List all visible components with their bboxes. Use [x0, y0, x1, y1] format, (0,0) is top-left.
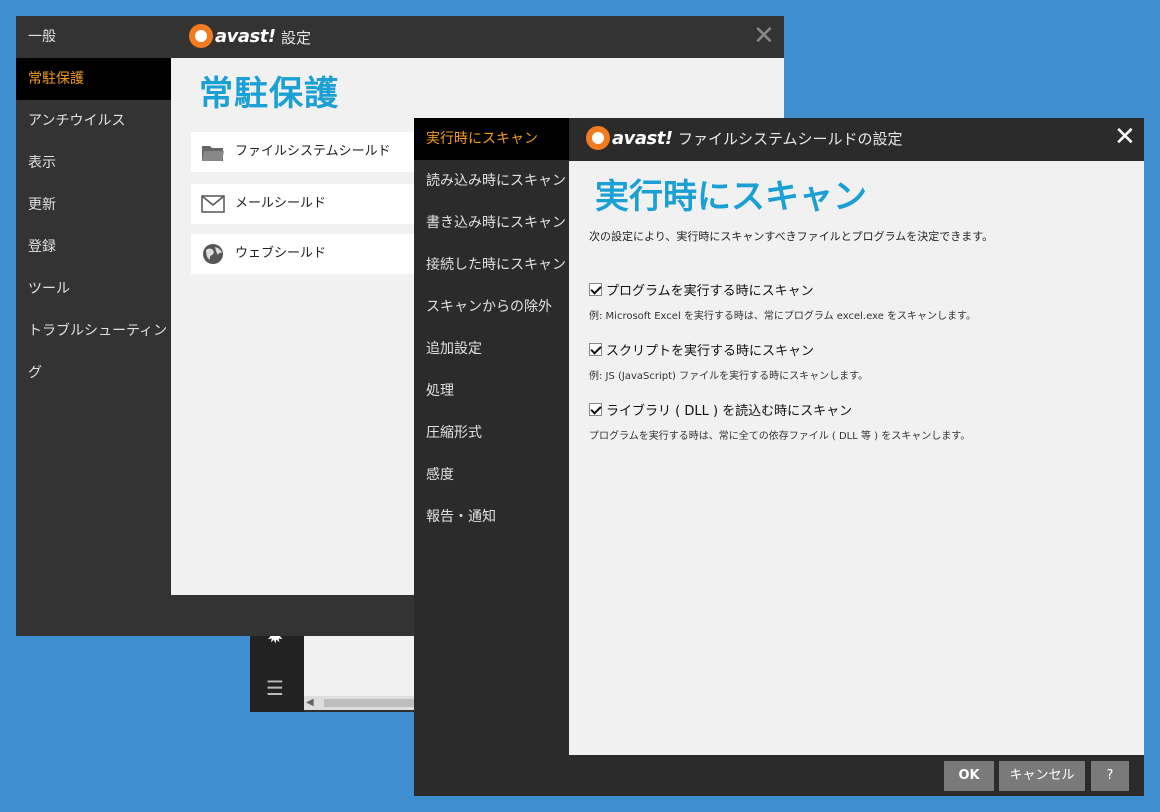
dialog-nav-advanced[interactable]: 追加設定 — [414, 328, 569, 370]
dialog-title: ファイルシステムシールドの設定 — [678, 130, 903, 148]
dialog-nav-exclusions[interactable]: スキャンからの除外 — [414, 286, 569, 328]
settings-nav-update[interactable]: 更新 — [16, 184, 171, 226]
page-title: 常駐保護 — [199, 74, 339, 114]
option-note: 例: JS (JavaScript) ファイルを実行する時にスキャンします。 — [589, 371, 869, 382]
description-text: 次の設定により、実行時にスキャンすべきファイルとプログラムを決定できます。 — [589, 230, 994, 243]
dialog-footer: OK キャンセル ? — [569, 755, 1144, 796]
option-scan-programs: プログラムを実行する時にスキャン 例: Microsoft Excel を実行す… — [589, 280, 976, 322]
dialog-nav-on-attach[interactable]: 接続した時にスキャン — [414, 244, 569, 286]
close-icon[interactable]: ✕ — [1114, 124, 1136, 150]
avast-logo: avast! — [189, 24, 276, 48]
file-system-shield-dialog: 実行時にスキャン 読み込み時にスキャン 書き込み時にスキャン 接続した時にスキャ… — [414, 118, 1144, 796]
avast-logo: avast! — [586, 126, 673, 150]
option-label: スクリプトを実行する時にスキャン — [606, 344, 815, 359]
shield-row-mail[interactable]: メールシールド — [191, 184, 451, 224]
option-note: プログラムを実行する時は、常に全ての依存ファイル ( DLL 等 ) をスキャン… — [589, 431, 971, 442]
settings-title: 設定 — [281, 29, 312, 47]
dialog-nav-on-open[interactable]: 読み込み時にスキャン — [414, 160, 569, 202]
dialog-nav-packers[interactable]: 圧縮形式 — [414, 412, 569, 454]
horizontal-scrollbar[interactable]: ◀ — [304, 696, 430, 710]
dialog-body: 実行時にスキャン 次の設定により、実行時にスキャンすべきファイルとプログラムを決… — [569, 161, 1144, 755]
mail-icon — [201, 195, 225, 213]
scroll-thumb[interactable] — [324, 699, 424, 707]
dialog-nav-report[interactable]: 報告・通知 — [414, 496, 569, 538]
scan-scripts-checkbox[interactable] — [589, 343, 602, 356]
folder-icon — [202, 146, 224, 161]
settings-nav-antivirus[interactable]: アンチウイルス — [16, 100, 171, 142]
shield-row-file-system[interactable]: ファイルシステムシールド — [191, 132, 451, 172]
dialog-nav-sensitivity[interactable]: 感度 — [414, 454, 569, 496]
dialog-nav-on-execute[interactable]: 実行時にスキャン — [414, 118, 569, 160]
dialog-nav-actions[interactable]: 処理 — [414, 370, 569, 412]
scan-libraries-checkbox[interactable] — [589, 403, 602, 416]
settings-nav-registration[interactable]: 登録 — [16, 226, 171, 268]
settings-nav-display[interactable]: 表示 — [16, 142, 171, 184]
dialog-sidebar: 実行時にスキャン 読み込み時にスキャン 書き込み時にスキャン 接続した時にスキャ… — [414, 118, 569, 758]
settings-sidebar: 一般 常駐保護 アンチウイルス 表示 更新 登録 ツール トラブルシューティング — [16, 16, 171, 636]
close-icon[interactable]: ✕ — [753, 23, 775, 49]
cancel-button[interactable]: キャンセル — [999, 761, 1085, 791]
option-scan-libraries: ライブラリ ( DLL ) を読込む時にスキャン プログラムを実行する時は、常に… — [589, 400, 970, 442]
settings-nav-resident-protection[interactable]: 常駐保護 — [16, 58, 171, 100]
dialog-nav-on-write[interactable]: 書き込み時にスキャン — [414, 202, 569, 244]
help-button[interactable]: ? — [1091, 761, 1129, 791]
settings-nav-general[interactable]: 一般 — [16, 16, 171, 58]
scroll-left-icon[interactable]: ◀ — [306, 697, 314, 708]
option-note: 例: Microsoft Excel を実行する時は、常にプログラム excel… — [589, 311, 977, 322]
list-icon[interactable]: ☰ — [266, 676, 284, 700]
globe-icon — [203, 244, 223, 264]
settings-nav-troubleshooting[interactable]: トラブルシューティング — [16, 310, 171, 381]
settings-nav-tools[interactable]: ツール — [16, 268, 171, 310]
settings-titlebar: avast! 設定 ✕ — [171, 16, 784, 58]
ok-button[interactable]: OK — [944, 761, 994, 791]
avast-ball-icon — [189, 24, 213, 48]
avast-ball-icon — [586, 126, 610, 150]
option-label: ライブラリ ( DLL ) を読込む時にスキャン — [606, 404, 853, 419]
scan-programs-checkbox[interactable] — [589, 283, 602, 296]
option-scan-scripts: スクリプトを実行する時にスキャン 例: JS (JavaScript) ファイル… — [589, 340, 868, 382]
shield-row-web[interactable]: ウェブシールド — [191, 234, 451, 274]
option-label: プログラムを実行する時にスキャン — [606, 284, 814, 299]
page-title: 実行時にスキャン — [595, 177, 867, 217]
